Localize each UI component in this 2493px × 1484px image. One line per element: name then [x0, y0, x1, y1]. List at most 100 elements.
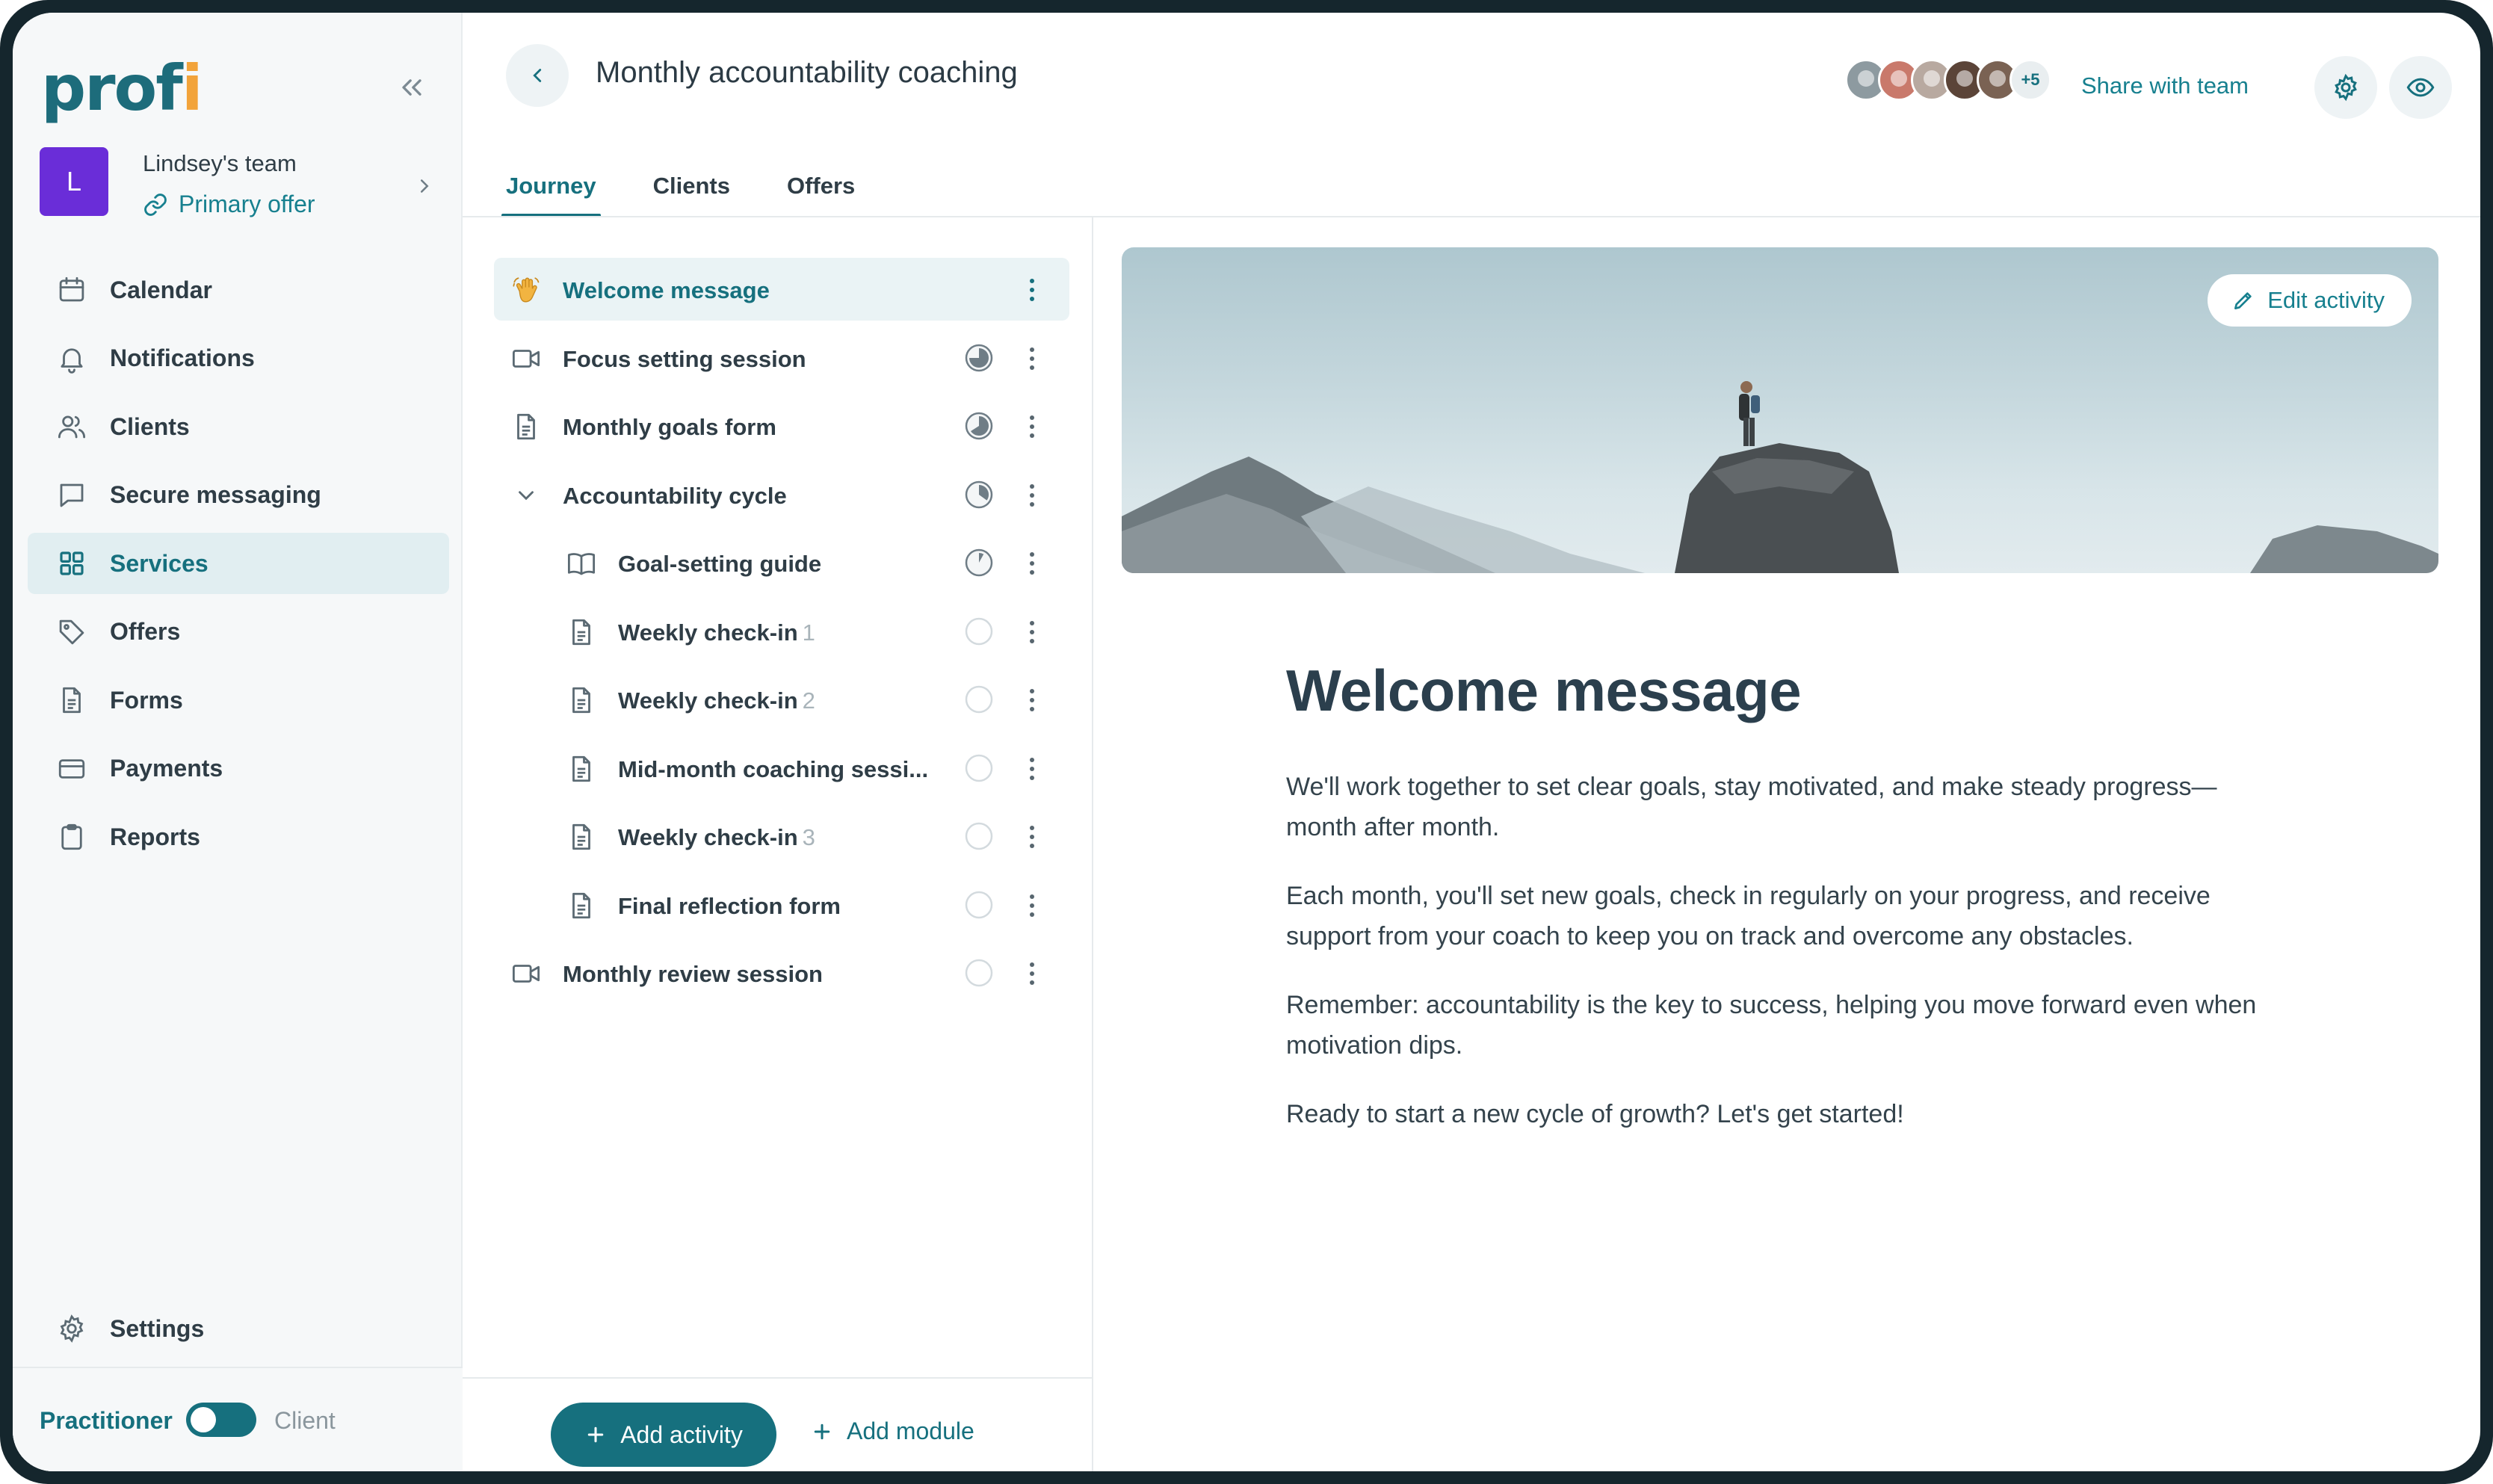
tab-clients[interactable]: Clients — [653, 149, 730, 217]
credit-card-icon — [58, 758, 85, 779]
hero-image: Edit activity — [1122, 247, 2438, 573]
chevron-right-icon — [413, 171, 436, 205]
video-icon — [510, 343, 542, 374]
nav-item-payments[interactable]: Payments — [28, 738, 449, 800]
tab-offers[interactable]: Offers — [787, 149, 855, 217]
nav-item-notifications[interactable]: Notifications — [28, 328, 449, 389]
journey-item[interactable]: Goal-setting guide — [494, 531, 1069, 594]
nav-item-offers[interactable]: Offers — [28, 602, 449, 663]
more-options-icon[interactable] — [1022, 753, 1042, 785]
bell-icon — [61, 347, 83, 374]
activity-heading: Welcome message — [1286, 658, 1802, 723]
calendar-icon — [59, 276, 84, 302]
journey-item-label: Monthly review session — [563, 961, 823, 987]
progress-indicator-icon — [963, 547, 995, 578]
nav-item-settings[interactable]: Settings — [28, 1298, 449, 1359]
progress-indicator-icon — [963, 957, 995, 989]
journey-item-label: Focus setting session — [563, 345, 806, 372]
document-icon — [510, 411, 542, 442]
journey-item-label: Weekly check-in 2 — [618, 687, 815, 714]
more-options-icon[interactable] — [1022, 821, 1042, 853]
sidebar: profi L Lindsey's team Primary offer Cal… — [13, 13, 463, 1471]
more-options-icon[interactable] — [1022, 274, 1042, 306]
tab-journey[interactable]: Journey — [501, 149, 601, 217]
paragraph: Each month, you'll set new goals, check … — [1286, 882, 2211, 950]
journey-item-label: Final reflection form — [618, 892, 841, 919]
team-avatar: L — [40, 147, 108, 216]
journey-item[interactable]: Weekly check-in 2 — [494, 668, 1069, 731]
more-options-icon[interactable] — [1022, 958, 1042, 989]
nav-item-clients[interactable]: Clients — [28, 396, 449, 457]
journey-item[interactable]: Mid-month coaching sessi... — [494, 737, 1069, 800]
progress-indicator-icon — [963, 616, 995, 647]
more-options-icon[interactable] — [1022, 890, 1042, 921]
edit-activity-button[interactable]: Edit activity — [2208, 274, 2412, 327]
mode-toggle[interactable] — [186, 1403, 256, 1437]
book-icon — [566, 548, 597, 579]
document-icon — [566, 616, 597, 648]
journey-item[interactable]: Weekly check-in 3 — [494, 805, 1069, 868]
collapse-sidebar-icon[interactable] — [395, 71, 428, 104]
profi-logo[interactable]: profi — [41, 52, 203, 125]
progress-indicator-icon — [963, 820, 995, 852]
more-options-icon[interactable] — [1022, 616, 1042, 648]
main-nav: Calendar Notifications Clients Secure me… — [28, 259, 449, 875]
journey-item[interactable]: Final reflection form — [494, 874, 1069, 936]
back-button[interactable] — [506, 44, 569, 107]
journey-item-label: Accountability cycle — [563, 482, 787, 509]
users-icon — [58, 415, 86, 439]
device-frame: profi L Lindsey's team Primary offer Cal… — [0, 0, 2493, 1484]
journey-item-number: 1 — [802, 619, 815, 646]
add-module-button[interactable]: Add module — [811, 1417, 974, 1445]
journey-item[interactable]: Monthly goals form — [494, 395, 1069, 457]
journey-item[interactable]: Monthly review session — [494, 942, 1069, 1004]
journey-item[interactable]: Welcome message — [494, 258, 1069, 321]
nav-item-calendar[interactable]: Calendar — [28, 259, 449, 321]
journey-item-label: Goal-setting guide — [618, 551, 822, 577]
more-options-icon[interactable] — [1022, 684, 1042, 716]
team-avatars[interactable]: +5 — [1845, 59, 2051, 101]
share-with-team-button[interactable]: Share with team — [2081, 72, 2249, 99]
document-icon — [566, 890, 597, 921]
document-icon — [566, 684, 597, 716]
clipboard-icon — [61, 823, 82, 850]
link-icon — [144, 193, 167, 216]
tag-icon — [59, 619, 84, 644]
nav-item-reports[interactable]: Reports — [28, 806, 449, 868]
journey-item[interactable]: Weekly check-in 1 — [494, 600, 1069, 663]
video-icon — [510, 958, 542, 989]
settings-button[interactable] — [2314, 56, 2377, 119]
journey-item-label: Mid-month coaching sessi... — [618, 755, 929, 782]
nav-item-secure-messaging[interactable]: Secure messaging — [28, 465, 449, 526]
plus-icon — [814, 1423, 830, 1439]
journey-item-label: Monthly goals form — [563, 414, 776, 440]
progress-indicator-icon — [963, 752, 995, 784]
more-members-count: +5 — [2009, 59, 2051, 101]
tab-bar: Journey Clients Offers — [501, 149, 855, 217]
preview-button[interactable] — [2389, 56, 2452, 119]
nav-item-services[interactable]: Services — [28, 533, 449, 594]
primary-offer-link[interactable]: Primary offer — [143, 191, 315, 218]
document-icon — [566, 821, 597, 853]
more-options-icon[interactable] — [1022, 343, 1042, 374]
client-label: Client — [274, 1407, 336, 1434]
team-switcher[interactable]: L Lindsey's team Primary offer — [40, 141, 443, 223]
pencil-icon — [2234, 292, 2252, 309]
chevron-down-icon[interactable] — [510, 480, 542, 511]
paragraph: Ready to start a new cycle of growth? Le… — [1286, 1100, 1904, 1128]
more-options-icon[interactable] — [1022, 411, 1042, 442]
progress-indicator-icon — [963, 889, 995, 921]
journey-item-label: Weekly check-in 3 — [618, 824, 815, 850]
paragraph: Remember: accountability is the key to s… — [1286, 991, 2257, 1060]
app-screen: profi L Lindsey's team Primary offer Cal… — [13, 13, 2480, 1471]
gear-icon — [60, 1314, 84, 1343]
plus-icon — [587, 1426, 604, 1443]
journey-item[interactable]: Focus setting session — [494, 327, 1069, 389]
nav-item-forms[interactable]: Forms — [28, 670, 449, 731]
add-activity-button[interactable]: Add activity — [551, 1403, 776, 1467]
wave-hand-icon — [510, 274, 542, 306]
more-options-icon[interactable] — [1022, 548, 1042, 579]
grid-icon — [60, 551, 84, 575]
journey-item[interactable]: Accountability cycle — [494, 463, 1069, 526]
more-options-icon[interactable] — [1022, 480, 1042, 511]
